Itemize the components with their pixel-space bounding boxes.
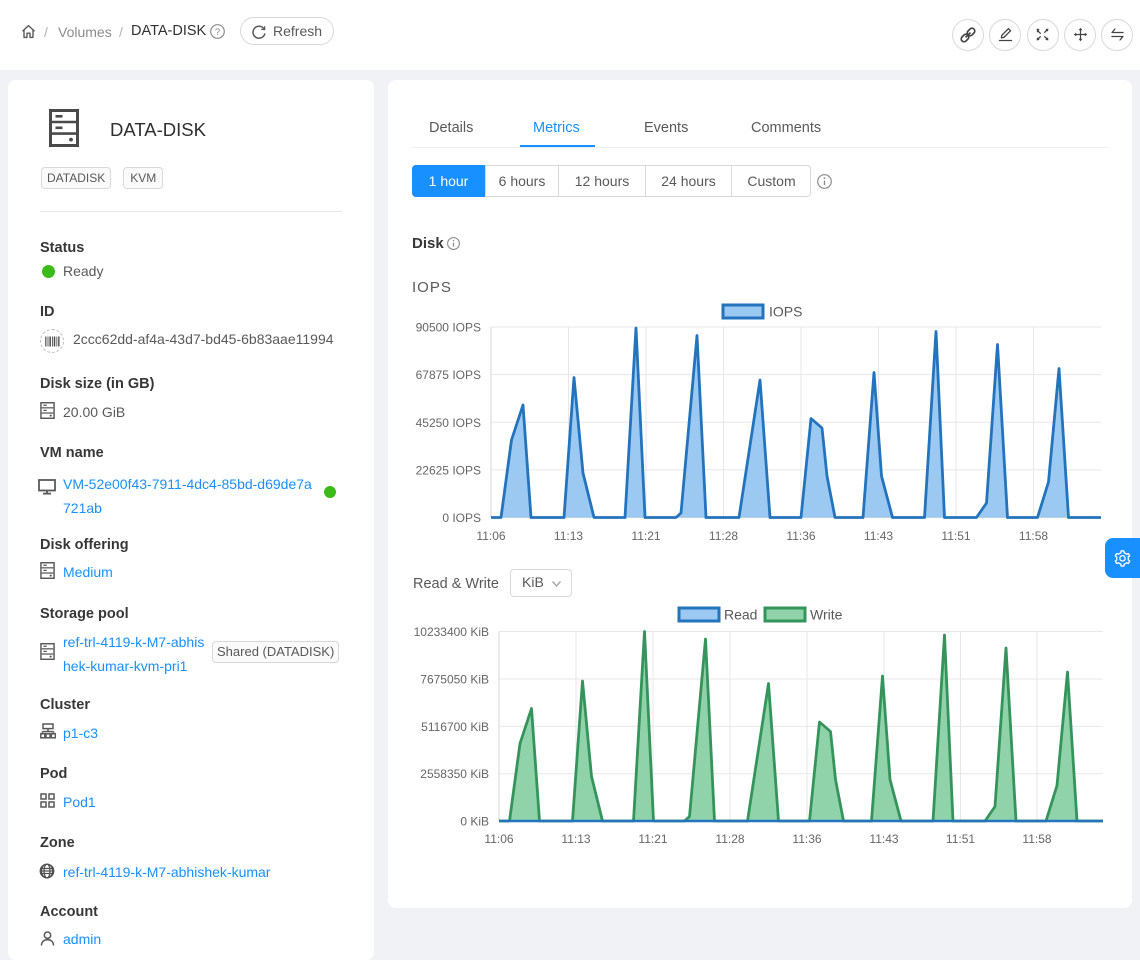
svg-text:0 IOPS: 0 IOPS xyxy=(442,511,481,525)
svg-text:11:06: 11:06 xyxy=(476,529,505,543)
svg-text:11:43: 11:43 xyxy=(864,529,893,543)
svg-text:11:13: 11:13 xyxy=(561,832,590,846)
svg-text:IOPS: IOPS xyxy=(769,304,802,320)
svg-text:11:28: 11:28 xyxy=(709,529,738,543)
svg-text:11:21: 11:21 xyxy=(631,529,660,543)
svg-text:11:21: 11:21 xyxy=(638,832,667,846)
svg-text:11:06: 11:06 xyxy=(484,832,513,846)
svg-text:11:51: 11:51 xyxy=(941,529,970,543)
svg-text:11:28: 11:28 xyxy=(715,832,744,846)
svg-text:11:13: 11:13 xyxy=(554,529,583,543)
svg-text:45250 IOPS: 45250 IOPS xyxy=(416,416,481,430)
svg-text:67875 IOPS: 67875 IOPS xyxy=(416,368,481,382)
svg-text:11:58: 11:58 xyxy=(1019,529,1048,543)
svg-text:2558350 KiB: 2558350 KiB xyxy=(420,767,489,781)
svg-text:?: ? xyxy=(215,27,220,38)
svg-text:11:36: 11:36 xyxy=(792,832,821,846)
svg-text:5116700 KiB: 5116700 KiB xyxy=(421,720,489,734)
svg-text:11:36: 11:36 xyxy=(786,529,815,543)
svg-text:90500 IOPS: 90500 IOPS xyxy=(416,321,481,335)
svg-text:0 KiB: 0 KiB xyxy=(460,815,489,829)
svg-text:10233400 KiB: 10233400 KiB xyxy=(414,625,489,639)
svg-text:11:51: 11:51 xyxy=(946,832,975,846)
svg-text:11:43: 11:43 xyxy=(869,832,898,846)
svg-text:11:58: 11:58 xyxy=(1022,832,1051,846)
svg-text:Write: Write xyxy=(810,607,843,623)
svg-text:22625 IOPS: 22625 IOPS xyxy=(416,463,481,477)
svg-text:Read: Read xyxy=(724,607,757,623)
svg-text:7675050 KiB: 7675050 KiB xyxy=(420,673,489,687)
